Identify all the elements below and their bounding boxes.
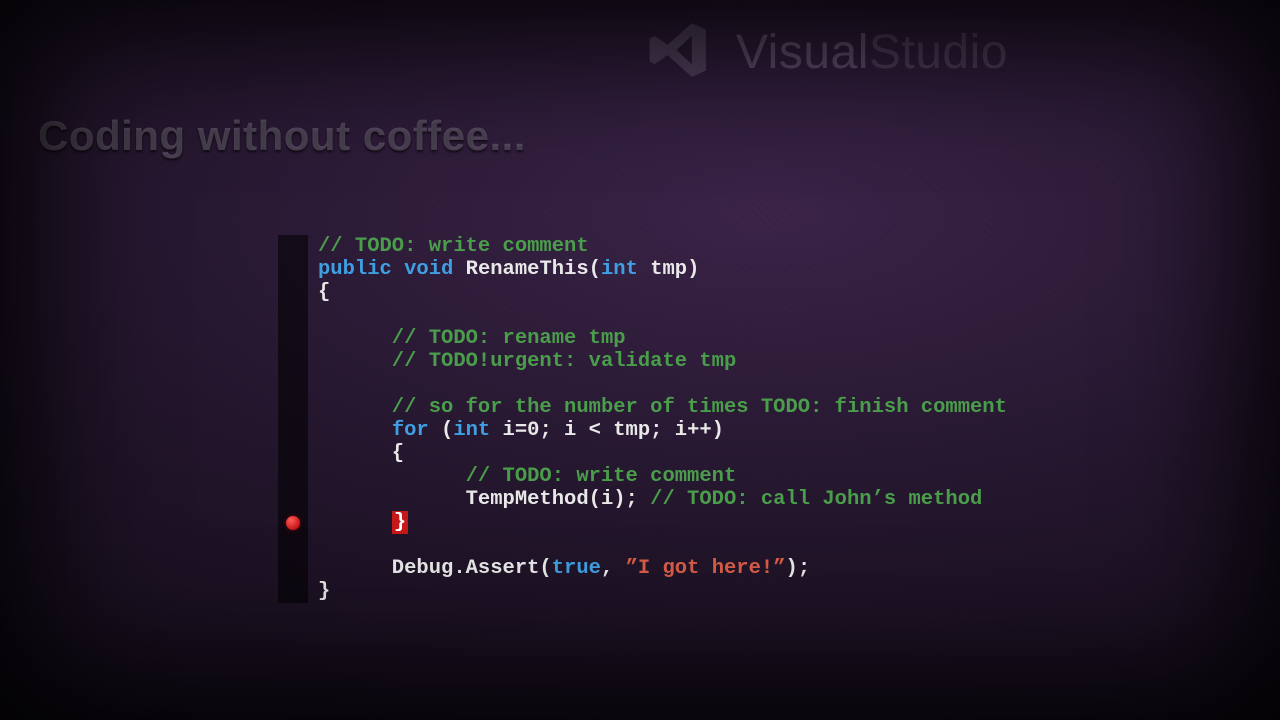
breakpoint-line-brace: }: [392, 511, 408, 534]
brand: VisualStudio: [640, 18, 1008, 87]
kw-int: int: [601, 258, 638, 281]
debug-call: Debug.Assert(: [318, 557, 552, 580]
code-line: // so for the number of times TODO: fini…: [318, 396, 1007, 419]
code-line: // TODO: write comment: [318, 235, 589, 258]
method-name: RenameThis(: [466, 258, 601, 281]
call: TempMethod(i);: [318, 488, 650, 511]
brand-light: Studio: [869, 26, 1008, 79]
code-line: // TODO!urgent: validate tmp: [318, 350, 736, 373]
breakpoint-icon[interactable]: [286, 516, 300, 530]
brace: {: [318, 442, 404, 465]
kw-int: int: [453, 419, 490, 442]
code-line: // TODO: write comment: [318, 465, 736, 488]
string-lit: ”I got here!”: [626, 557, 786, 580]
close: );: [786, 557, 811, 580]
brace: }: [318, 580, 330, 603]
tagline: Coding without coffee...: [38, 112, 526, 160]
code-block: // TODO: write comment public void Renam…: [308, 235, 1007, 603]
kw-void: void: [404, 258, 453, 281]
kw-public: public: [318, 258, 392, 281]
brace: {: [318, 281, 330, 304]
brand-bold: Visual: [736, 26, 869, 79]
for-expr: i=0; i < tmp; i++): [490, 419, 724, 442]
comma: ,: [601, 557, 626, 580]
paren: (: [429, 419, 454, 442]
visual-studio-logo-icon: [640, 18, 718, 87]
kw-for: for: [392, 419, 429, 442]
param: tmp): [638, 258, 700, 281]
indent: [318, 511, 392, 534]
code-line: // TODO: rename tmp: [318, 327, 626, 350]
bool-true: true: [552, 557, 601, 580]
code-editor: // TODO: write comment public void Renam…: [278, 235, 1007, 603]
inline-comment: // TODO: call John’s method: [650, 488, 982, 511]
gutter[interactable]: [278, 235, 308, 603]
brand-text: VisualStudio: [736, 25, 1008, 80]
